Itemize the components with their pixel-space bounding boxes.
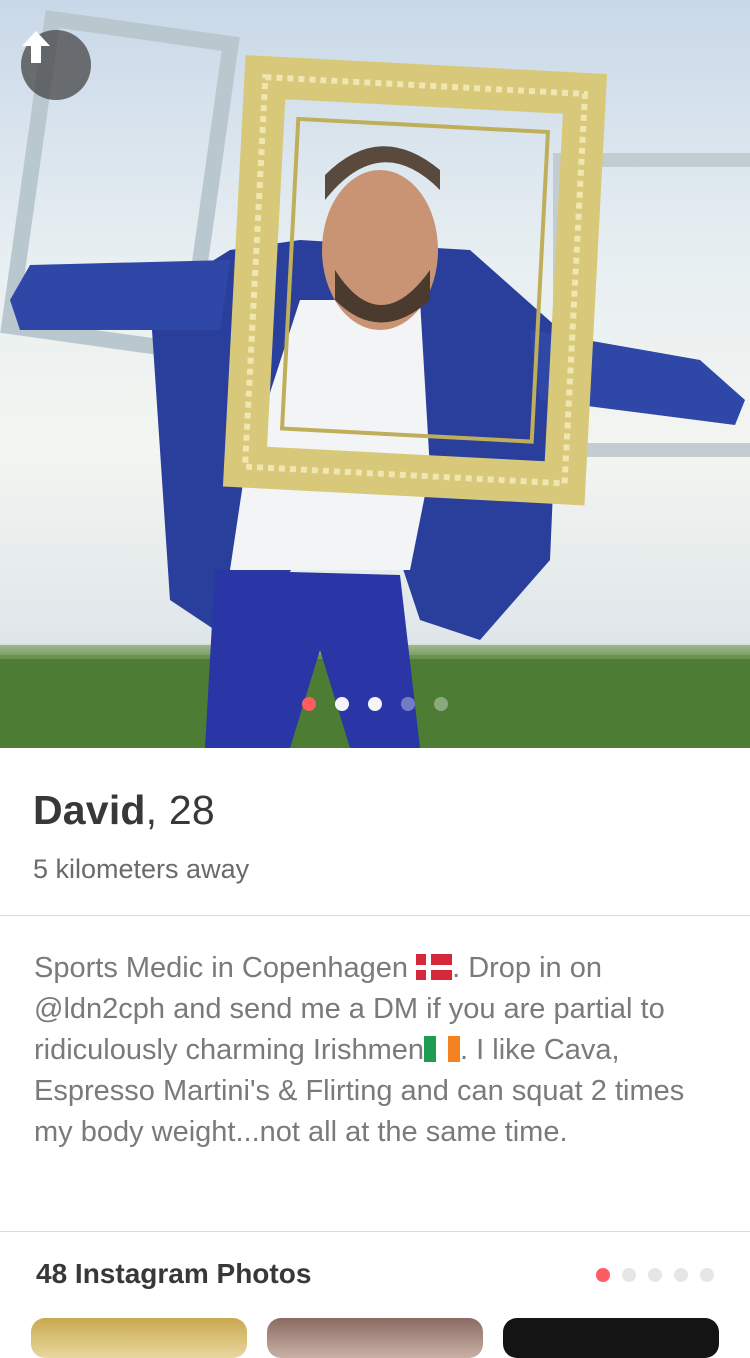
instagram-page-dot[interactable]	[674, 1268, 688, 1282]
collapse-profile-button[interactable]	[21, 30, 91, 100]
arrow-up-icon	[22, 31, 50, 63]
name-age-separator: ,	[145, 787, 158, 833]
bio-text: Sports Medic in Copenhagen	[34, 952, 417, 984]
instagram-page-dot[interactable]	[700, 1268, 714, 1282]
divider	[0, 915, 750, 916]
photo-page-dot[interactable]	[368, 697, 382, 711]
profile-distance: 5 kilometers away	[33, 854, 250, 884]
profile-header: David, 28 5 kilometers away	[33, 787, 249, 885]
instagram-thumbnail[interactable]	[31, 1318, 247, 1358]
divider	[0, 1231, 750, 1232]
photo-page-dot[interactable]	[335, 697, 349, 711]
instagram-thumbnail[interactable]	[267, 1318, 483, 1358]
ireland-flag-icon	[424, 1036, 461, 1062]
instagram-thumbnail[interactable]	[503, 1318, 719, 1358]
profile-age: 28	[168, 787, 215, 833]
instagram-page-dot[interactable]	[648, 1268, 662, 1282]
photo-page-dot[interactable]	[401, 697, 415, 711]
instagram-photos-title: 48 Instagram Photos	[36, 1258, 312, 1289]
instagram-page-dot[interactable]	[596, 1268, 610, 1282]
photo-illustration	[0, 9, 750, 748]
profile-name: David	[33, 787, 146, 833]
profile-bio: Sports Medic in Copenhagen . Drop in on …	[34, 948, 724, 1153]
instagram-page-dot[interactable]	[622, 1268, 636, 1282]
name-age: David, 28	[33, 787, 249, 834]
photo-pagination	[0, 697, 750, 711]
photo-page-dot[interactable]	[434, 697, 448, 711]
denmark-flag-icon	[416, 954, 453, 980]
profile-photo[interactable]	[0, 0, 750, 748]
instagram-pagination	[596, 1268, 714, 1282]
photo-page-dot[interactable]	[302, 697, 316, 711]
